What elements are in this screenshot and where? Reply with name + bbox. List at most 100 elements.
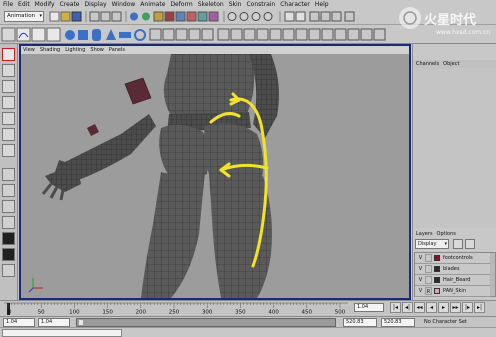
menu-deform[interactable]: Deform [170,0,192,9]
rebuild-icon[interactable] [269,28,282,41]
layer-row[interactable]: V Hair_Beard [415,275,491,286]
layer-color-swatch[interactable] [434,266,440,272]
open-scene-icon[interactable] [60,11,71,22]
layer-row[interactable]: V blades [415,264,491,275]
layer-display-type[interactable] [425,265,432,273]
loft-icon[interactable] [162,28,175,41]
bevel-icon[interactable] [201,28,214,41]
menu-edit[interactable]: Edit [18,0,30,9]
offset-icon[interactable] [347,28,360,41]
boundary-icon[interactable] [295,28,308,41]
pencil-curve-icon[interactable] [46,27,61,42]
ipr-render-icon[interactable] [320,11,331,22]
channels-menu[interactable]: Channels [416,60,439,68]
character-set-menu[interactable]: No Character Set [424,318,484,327]
step-forward-icon[interactable]: |▸ [462,302,473,313]
panel-menu-lighting[interactable]: Lighting [65,46,85,54]
nurbs-plane-icon[interactable] [119,32,131,38]
history-icon[interactable] [295,11,306,22]
viewport-scene[interactable] [21,54,409,298]
hypershade-layout-icon[interactable] [2,232,15,245]
paint-select-icon[interactable] [2,80,15,93]
trim-icon[interactable] [243,28,256,41]
current-frame-field[interactable]: 1.04 [354,303,384,312]
layers-menu-options[interactable]: Options [437,230,456,238]
layer-display-type[interactable] [425,254,432,262]
surface-mask-icon[interactable] [164,11,175,22]
menu-create[interactable]: Create [60,0,80,9]
sculpt-icon[interactable] [282,28,295,41]
animation-end-field[interactable]: 520.83 [381,318,415,327]
stitch-icon[interactable] [334,28,347,41]
nurbs-cylinder-icon[interactable] [92,29,101,41]
extrude-icon[interactable] [188,28,201,41]
nurbs-cube-icon[interactable] [78,30,88,40]
snap-point-icon[interactable] [251,12,261,21]
curve-tool-icon[interactable] [16,27,31,42]
play-forward-icon[interactable]: ▸ [438,302,449,313]
step-back-key-icon[interactable]: ◂◂ [414,302,425,313]
layer-color-swatch[interactable] [434,288,440,294]
render-globals-icon[interactable] [331,11,342,22]
render-mask-icon[interactable] [197,11,208,22]
go-to-start-icon[interactable]: |◂ [390,302,401,313]
range-slider[interactable] [76,318,336,327]
menu-window[interactable]: Window [112,0,136,9]
nurbs-cone-icon[interactable] [106,29,116,40]
new-scene-icon[interactable] [49,11,60,22]
animation-start-field[interactable]: 1.04 [3,318,35,327]
select-tool-icon[interactable] [2,48,15,61]
panel-menu-view[interactable]: View [23,46,35,54]
revolve-icon[interactable] [149,28,162,41]
menu-file[interactable]: File [3,0,13,9]
object-menu[interactable]: Object [443,60,459,68]
layer-visibility[interactable]: V [417,254,424,262]
show-hide-icon[interactable] [344,11,355,22]
layer-row[interactable]: V R PAN_Skin [415,286,491,297]
step-forward-key-icon[interactable]: ▸▸ [450,302,461,313]
playback-start-field[interactable]: 1.04 [38,318,70,327]
rotate-tool-icon[interactable] [2,112,15,125]
layer-list-scrollbar[interactable] [490,253,495,296]
scale-tool-icon[interactable] [2,128,15,141]
graph-editor-layout-icon[interactable] [2,264,15,277]
detach-icon[interactable] [230,28,243,41]
shelf-menu-icon[interactable] [1,27,16,42]
nurbs-sphere-icon[interactable] [65,30,75,40]
new-layer-button[interactable] [453,239,463,249]
menu-character[interactable]: Character [280,0,310,9]
ep-curve-icon[interactable] [31,27,46,42]
input-output-icon[interactable] [284,11,295,22]
layer-type-select[interactable]: Display ▾ [415,239,449,249]
step-back-icon[interactable]: ◂| [402,302,413,313]
menu-skin[interactable]: Skin [229,0,242,9]
persp-graph-layout-icon[interactable] [2,216,15,229]
layer-visibility[interactable]: V [417,276,424,284]
layer-color-swatch[interactable] [434,277,440,283]
attach-icon[interactable] [217,28,230,41]
panel-menu-show[interactable]: Show [90,46,104,54]
project-curve-icon[interactable] [373,28,386,41]
insert-isoparm-icon[interactable] [360,28,373,41]
save-scene-icon[interactable] [71,11,82,22]
manipulator-tool-icon[interactable] [2,144,15,157]
snap-view-plane-icon[interactable] [263,12,273,21]
untrim-icon[interactable] [256,28,269,41]
go-to-end-icon[interactable]: ▸| [474,302,485,313]
menu-skeleton[interactable]: Skeleton [198,0,224,9]
curve-mask-icon[interactable] [153,11,164,22]
menu-animate[interactable]: Animate [140,0,165,9]
menu-display[interactable]: Display [85,0,107,9]
panel-menu-panels[interactable]: Panels [109,46,125,54]
move-tool-icon[interactable] [2,96,15,109]
layers-menu-layers[interactable]: Layers [416,230,433,238]
four-view-layout-icon[interactable] [2,184,15,197]
panel-menu-shading[interactable]: Shading [40,46,60,54]
single-view-layout-icon[interactable] [2,168,15,181]
layer-row[interactable]: V footcontrols [415,253,491,264]
deform-mask-icon[interactable] [175,11,186,22]
persp-outliner-layout-icon[interactable] [2,200,15,213]
snap-curve-icon[interactable] [239,12,249,21]
layer-visibility[interactable]: V [417,287,424,295]
render-icon[interactable] [309,11,320,22]
